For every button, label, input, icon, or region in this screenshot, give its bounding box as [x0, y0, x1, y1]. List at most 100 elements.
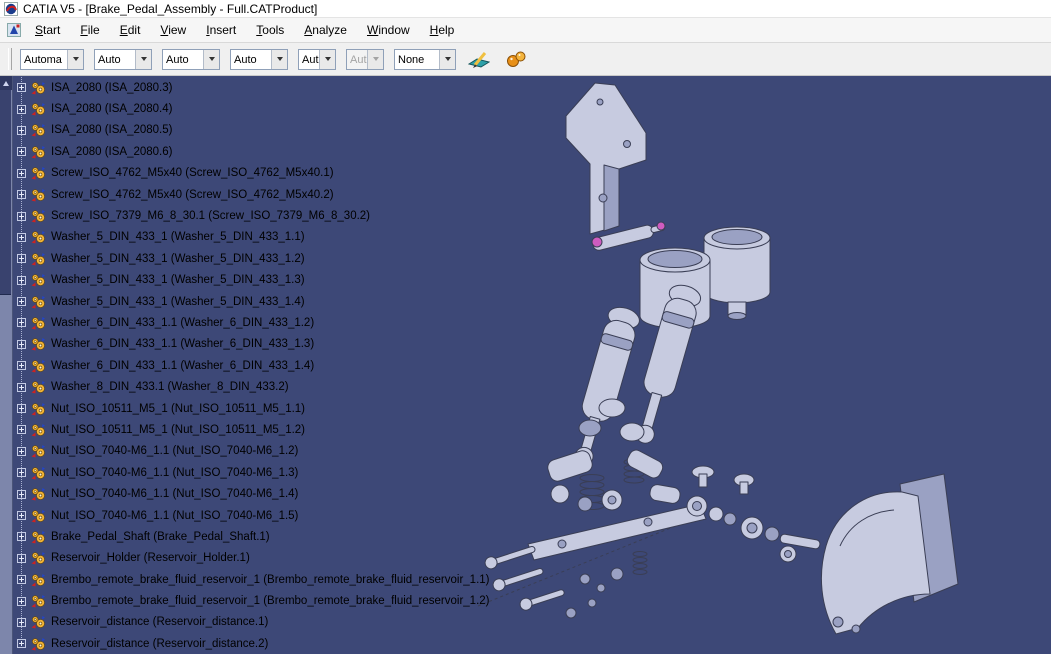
3d-viewport[interactable]: ISA_2080 (ISA_2080.3) ISA_2080 (ISA_2080… — [0, 76, 1051, 654]
tree-expand-node[interactable] — [17, 254, 26, 264]
tree-rows: ISA_2080 (ISA_2080.3) ISA_2080 (ISA_2080… — [13, 77, 543, 654]
dropdown-selected-value: Auto — [234, 53, 257, 66]
tree-item[interactable]: Washer_5_DIN_433_1 (Washer_5_DIN_433_1.2… — [13, 248, 543, 269]
tree-item-label: Brake_Pedal_Shaft (Brake_Pedal_Shaft.1) — [51, 530, 270, 543]
toolbar-dropdown[interactable]: Auto — [162, 48, 220, 70]
tree-expand-node[interactable] — [17, 168, 26, 178]
menu-bar: Start File Edit View Insert Tools Analyz… — [0, 18, 1051, 43]
menu-item[interactable]: Insert — [196, 20, 246, 40]
chevron-down-icon[interactable] — [271, 49, 287, 69]
toolbar-dropdown[interactable]: Automa — [20, 48, 84, 70]
start-menu-icon[interactable] — [7, 23, 21, 37]
tree-item[interactable]: Washer_6_DIN_433_1.1 (Washer_6_DIN_433_1… — [13, 334, 543, 355]
tree-expand-node[interactable] — [17, 361, 26, 371]
graphic-properties-pen-icon[interactable] — [465, 46, 493, 72]
toolbar-dropdown[interactable]: Auto — [230, 48, 288, 70]
tree-item[interactable]: Washer_6_DIN_433_1.1 (Washer_6_DIN_433_1… — [13, 312, 543, 333]
chevron-down-icon[interactable] — [67, 49, 83, 69]
tree-expand-node[interactable] — [17, 468, 26, 478]
tree-expand-node[interactable] — [17, 382, 26, 392]
tree-item[interactable]: ISA_2080 (ISA_2080.5) — [13, 120, 543, 141]
tree-expand-node[interactable] — [17, 596, 26, 606]
tree-item[interactable]: ISA_2080 (ISA_2080.6) — [13, 141, 543, 162]
tree-item[interactable]: Reservoir_distance (Reservoir_distance.1… — [13, 612, 543, 633]
tree-expand-node[interactable] — [17, 125, 26, 135]
tree-expand-node[interactable] — [17, 275, 26, 285]
toolbar-drag-handle[interactable] — [8, 48, 12, 70]
chevron-down-icon[interactable] — [203, 49, 219, 69]
tree-expand-node[interactable] — [17, 553, 26, 563]
tree-item-label: Reservoir_distance (Reservoir_distance.2… — [51, 637, 269, 650]
menu-item[interactable]: File — [70, 20, 109, 40]
chevron-down-icon[interactable] — [367, 49, 383, 69]
part-instance-icon — [31, 295, 46, 309]
menu-item[interactable]: Window — [357, 20, 420, 40]
tree-item[interactable]: Reservoir_distance (Reservoir_distance.2… — [13, 633, 543, 654]
tree-expand-node[interactable] — [17, 297, 26, 307]
tree-item-label: Washer_5_DIN_433_1 (Washer_5_DIN_433_1.3… — [51, 274, 305, 287]
tree-item[interactable]: Washer_5_DIN_433_1 (Washer_5_DIN_433_1.1… — [13, 227, 543, 248]
chevron-down-icon[interactable] — [439, 49, 455, 69]
tree-item[interactable]: Nut_ISO_10511_M5_1 (Nut_ISO_10511_M5_1.1… — [13, 398, 543, 419]
menu-item[interactable]: Tools — [246, 20, 294, 40]
tree-item[interactable]: Nut_ISO_7040-M6_1.1 (Nut_ISO_7040-M6_1.4… — [13, 483, 543, 504]
scrollbar-thumb[interactable] — [0, 90, 11, 295]
tree-expand-node[interactable] — [17, 147, 26, 157]
menu-item[interactable]: Start — [25, 20, 70, 40]
menu-item[interactable]: Help — [420, 20, 465, 40]
tree-item[interactable]: Screw_ISO_4762_M5x40 (Screw_ISO_4762_M5x… — [13, 163, 543, 184]
dropdown-selected-value: Aut — [302, 53, 319, 66]
app-icon[interactable] — [4, 1, 18, 16]
tree-expand-node[interactable] — [17, 339, 26, 349]
tree-item-label: Screw_ISO_7379_M6_8_30.1 (Screw_ISO_7379… — [51, 210, 371, 223]
tree-expand-node[interactable] — [17, 83, 26, 93]
tree-expand-node[interactable] — [17, 190, 26, 200]
scroll-up-button[interactable] — [0, 76, 12, 90]
tree-item[interactable]: Washer_5_DIN_433_1 (Washer_5_DIN_433_1.4… — [13, 291, 543, 312]
tree-item[interactable]: Nut_ISO_10511_M5_1 (Nut_ISO_10511_M5_1.2… — [13, 419, 543, 440]
tree-item-label: Nut_ISO_10511_M5_1 (Nut_ISO_10511_M5_1.1… — [51, 402, 306, 415]
tree-expand-node[interactable] — [17, 318, 26, 328]
part-instance-icon — [31, 380, 46, 394]
specification-tree: ISA_2080 (ISA_2080.3) ISA_2080 (ISA_2080… — [13, 77, 543, 654]
tree-expand-node[interactable] — [17, 575, 26, 585]
tree-item[interactable]: Washer_5_DIN_433_1 (Washer_5_DIN_433_1.3… — [13, 270, 543, 291]
tree-item[interactable]: Screw_ISO_7379_M6_8_30.1 (Screw_ISO_7379… — [13, 205, 543, 226]
chevron-down-icon[interactable] — [135, 49, 151, 69]
tree-item[interactable]: ISA_2080 (ISA_2080.3) — [13, 77, 543, 98]
tree-expand-node[interactable] — [17, 511, 26, 520]
tree-item[interactable]: Screw_ISO_4762_M5x40 (Screw_ISO_4762_M5x… — [13, 184, 543, 205]
toolbar-dropdown[interactable]: Auto — [94, 48, 152, 70]
tree-expand-node[interactable] — [17, 617, 26, 627]
tree-expand-node[interactable] — [17, 104, 26, 114]
tree-expand-node[interactable] — [17, 404, 26, 414]
toolbar-dropdown[interactable]: None — [394, 48, 456, 70]
dropdown-selected-value: Auto — [98, 53, 121, 66]
tree-expand-node[interactable] — [17, 489, 26, 499]
tree-expand-node[interactable] — [17, 532, 26, 542]
tree-item[interactable]: Nut_ISO_7040-M6_1.1 (Nut_ISO_7040-M6_1.3… — [13, 462, 543, 483]
part-instance-icon — [31, 273, 46, 287]
tree-item[interactable]: Reservoir_Holder (Reservoir_Holder.1) — [13, 548, 543, 569]
tree-scrollbar[interactable] — [0, 76, 13, 654]
menu-item[interactable]: View — [150, 20, 196, 40]
tree-item[interactable]: Brembo_remote_brake_fluid_reservoir_1 (B… — [13, 569, 543, 590]
tree-expand-node[interactable] — [17, 211, 26, 221]
tree-item[interactable]: Brake_Pedal_Shaft (Brake_Pedal_Shaft.1) — [13, 526, 543, 547]
chevron-down-icon[interactable] — [319, 49, 335, 69]
toolbar-dropdown[interactable]: Aut — [298, 48, 336, 70]
tree-expand-node[interactable] — [17, 446, 26, 456]
tree-item[interactable]: Brembo_remote_brake_fluid_reservoir_1 (B… — [13, 590, 543, 611]
tree-item[interactable]: Washer_6_DIN_433_1.1 (Washer_6_DIN_433_1… — [13, 355, 543, 376]
tree-item[interactable]: ISA_2080 (ISA_2080.4) — [13, 98, 543, 119]
menu-item[interactable]: Analyze — [294, 20, 357, 40]
menu-item[interactable]: Edit — [110, 20, 151, 40]
tree-item[interactable]: Nut_ISO_7040-M6_1.1 (Nut_ISO_7040-M6_1.5… — [13, 505, 543, 526]
tree-item[interactable]: Nut_ISO_7040-M6_1.1 (Nut_ISO_7040-M6_1.2… — [13, 441, 543, 462]
tree-expand-node[interactable] — [17, 639, 26, 649]
tree-item[interactable]: Washer_8_DIN_433.1 (Washer_8_DIN_433.2) — [13, 376, 543, 397]
painter-spheres-icon[interactable] — [502, 46, 530, 72]
toolbar-dropdown[interactable]: Aut — [346, 48, 384, 70]
tree-expand-node[interactable] — [17, 232, 26, 242]
tree-expand-node[interactable] — [17, 425, 26, 435]
